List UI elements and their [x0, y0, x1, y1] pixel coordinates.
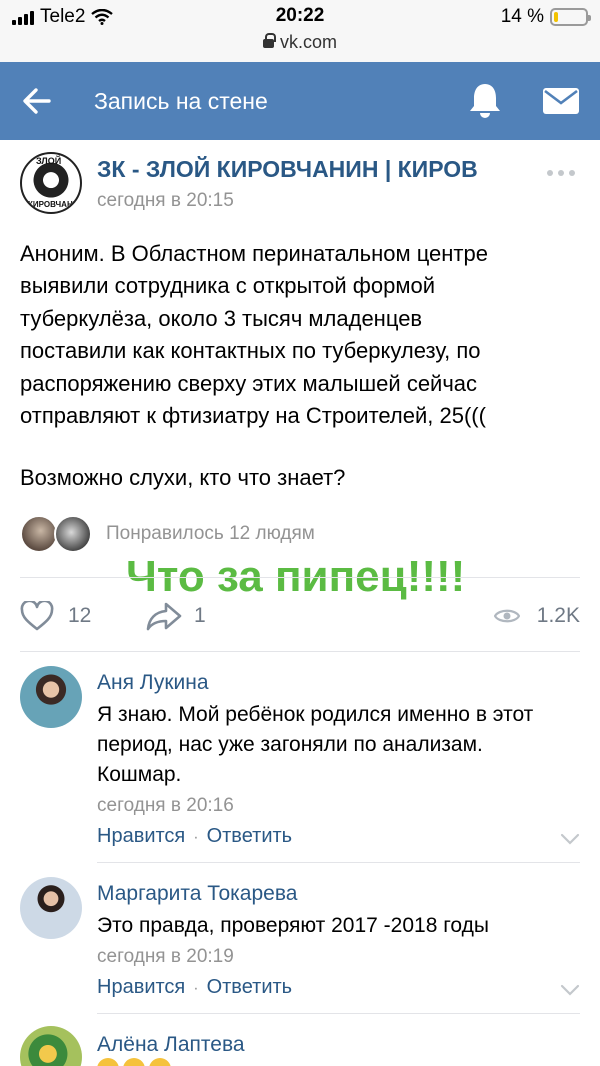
group-avatar[interactable]: ЗЛОЙ КИРОВЧАНИН [20, 152, 82, 214]
post-author-link[interactable]: ЗК - ЗЛОЙ КИРОВЧАНИН | КИРОВ [97, 156, 478, 183]
comment-text-line: Я знаю. Мой ребёнок родился именно в это… [97, 703, 534, 726]
comment-avatar[interactable] [20, 1026, 82, 1066]
share-icon[interactable] [146, 601, 182, 631]
divider [97, 862, 580, 863]
eye-icon [494, 609, 520, 623]
like-count: 12 [68, 604, 92, 627]
url-bar[interactable]: vk.com [0, 32, 600, 62]
liked-by-text[interactable]: Понравилось 12 людям [106, 523, 315, 545]
comment-author[interactable]: Аня Лукина [97, 671, 209, 695]
comment-text: Я знаю. Мой ребёнок родился именно в это… [97, 700, 580, 790]
divider [20, 577, 580, 578]
comment-actions: Нравится · Ответить [97, 976, 292, 999]
post-question: Возможно слухи, кто что знает? [20, 465, 346, 490]
comment-text: Это правда, проверяют 2017 -2018 годы [97, 911, 580, 941]
comment-reply-button[interactable]: Ответить [207, 825, 293, 847]
app-header: Запись на стене [0, 62, 600, 140]
more-icon[interactable] [547, 170, 575, 176]
comment-date: сегодня в 20:16 [97, 795, 234, 816]
comment-author[interactable]: Алёна Лаптева [97, 1033, 245, 1057]
chevron-down-icon[interactable] [560, 984, 580, 996]
post-text-line: распоряжению сверху этих малышей сейчас [20, 370, 478, 396]
page-title: Запись на стене [94, 88, 268, 114]
divider [97, 1013, 580, 1014]
avatar-lettering-bottom: КИРОВЧАНИН [28, 200, 82, 209]
battery-icon [550, 8, 591, 26]
heart-icon[interactable] [20, 601, 54, 631]
url-text: vk.com [279, 32, 337, 52]
comment-author[interactable]: Маргарита Токарева [97, 882, 297, 906]
post-text-line: отправляют к фтизиатру на Строителей, 25… [20, 403, 486, 429]
likers-avatars[interactable] [20, 515, 96, 555]
comment-date: сегодня в 20:19 [97, 946, 234, 967]
comment-like-button[interactable]: Нравится [97, 976, 185, 998]
divider [20, 651, 580, 652]
comment-text-line: Кошмар. [97, 763, 182, 786]
status-right: 14 % [500, 6, 591, 28]
comment-avatar[interactable] [20, 666, 82, 728]
views-count: 1.2K [536, 604, 580, 627]
share-count: 1 [194, 604, 206, 627]
battery-percent: 14 % [500, 6, 544, 27]
arrow-left-icon[interactable] [22, 86, 52, 116]
liker-avatar [54, 515, 92, 553]
post-actions: 12 1 1.2K [20, 596, 580, 636]
comment-reply-button[interactable]: Ответить [207, 976, 293, 998]
separator-dot: · [193, 980, 199, 997]
liker-avatar [20, 515, 58, 553]
chevron-down-icon[interactable] [560, 833, 580, 845]
battery-level [554, 12, 559, 22]
post-text: Аноним. В Областном перинатальном центре… [20, 238, 580, 432]
status-bar: Tele2 20:22 14 % [0, 0, 600, 32]
avatar-lettering: ЗЛОЙ [36, 156, 62, 166]
post-text-line: поставили как контактных по туберкулезу,… [20, 338, 481, 364]
comment-text-line: период, нас уже загоняли по анализам. [97, 733, 483, 756]
post-date[interactable]: сегодня в 20:15 [97, 190, 234, 212]
emoji-row [97, 1058, 171, 1066]
post-text-line: Аноним. В Областном перинатальном центре [20, 241, 488, 266]
comment-text-line: Это правда, проверяют 2017 -2018 годы [97, 914, 489, 937]
mail-icon[interactable] [543, 88, 579, 114]
post-text-line: туберкулёза, около 3 тысяч младенцев [20, 305, 423, 331]
comment-actions: Нравится · Ответить [97, 825, 292, 848]
post-text-line: выявили сотрудника с открытой формой [20, 273, 435, 299]
bell-icon[interactable] [468, 82, 502, 118]
comment-like-button[interactable]: Нравится [97, 825, 185, 847]
comment-avatar[interactable] [20, 877, 82, 939]
lock-icon [262, 33, 276, 48]
separator-dot: · [193, 829, 199, 846]
